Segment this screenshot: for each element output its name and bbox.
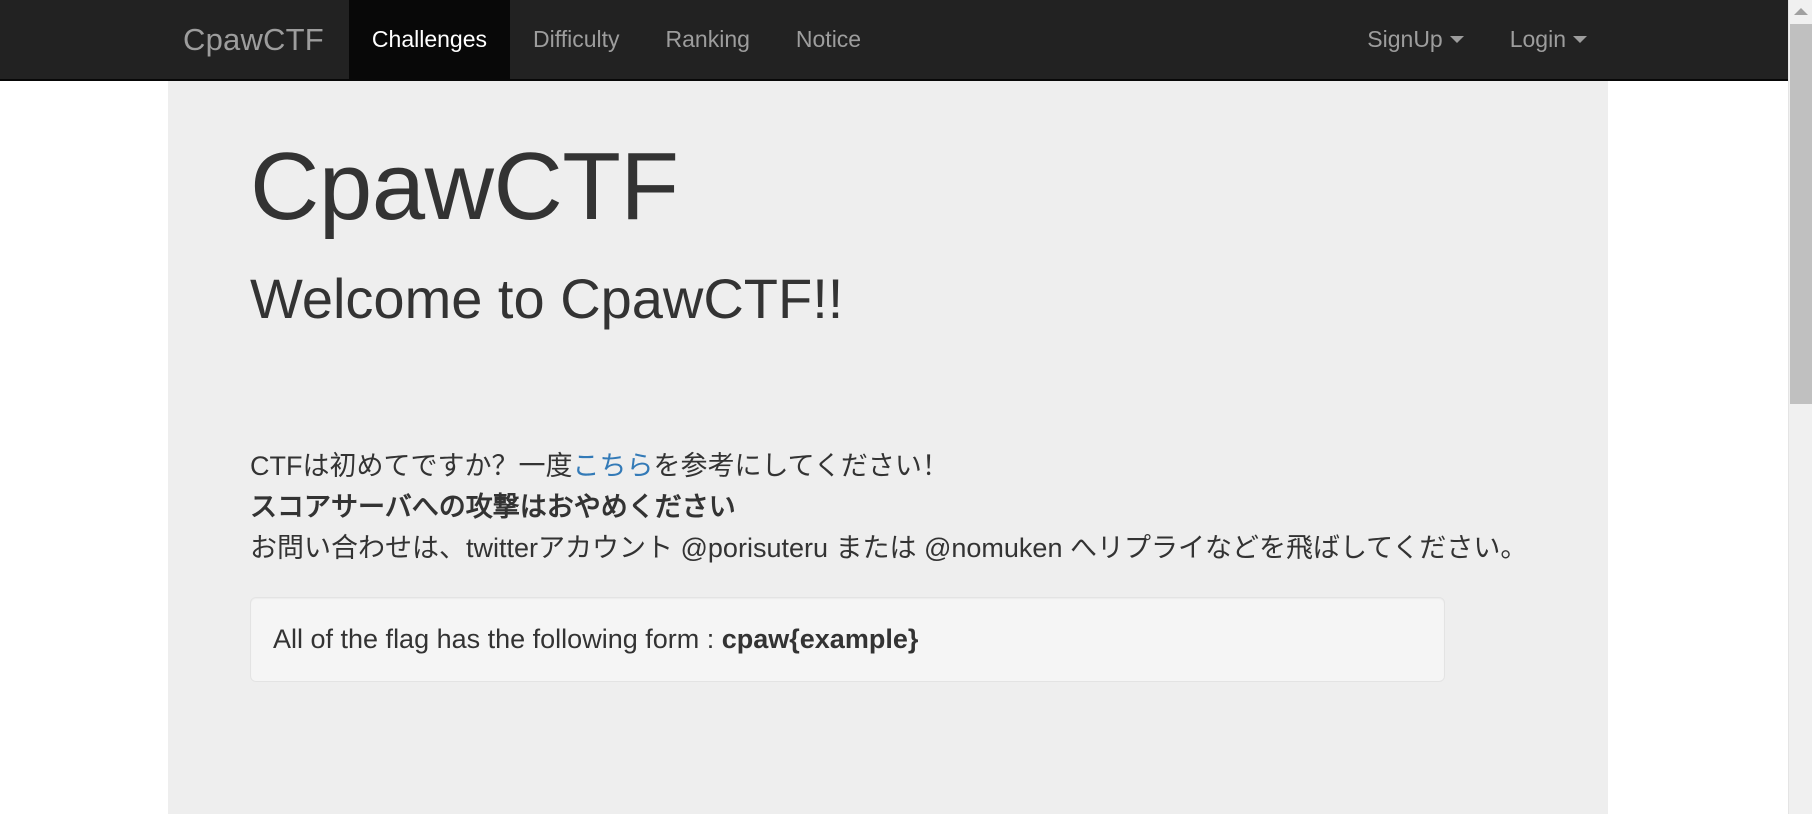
- main-navbar: CpawCTF Challenges Difficulty Ranking No…: [0, 0, 1788, 81]
- nav-item-difficulty[interactable]: Difficulty: [510, 0, 643, 79]
- chevron-down-icon: [1449, 36, 1464, 43]
- browser-page: CpawCTF Challenges Difficulty Ranking No…: [0, 0, 1812, 814]
- beginner-guide-link[interactable]: こちら: [572, 451, 653, 481]
- scrollbar-thumb[interactable]: [1790, 24, 1812, 404]
- contact-paragraph: お問い合わせは、twitterアカウント @porisuteru または @no…: [250, 533, 1528, 564]
- intro-text-block: CTFは初めてですか？一度こちらを参考にしてください！ スコアサーバへの攻撃はお…: [250, 446, 1528, 569]
- content-container: CpawCTF Welcome to CpawCTF!! CTFは初めてですか？…: [168, 81, 1608, 814]
- intro-text-before-link: CTFは初めてですか？一度: [250, 451, 573, 482]
- nav-item-challenges[interactable]: Challenges: [348, 0, 511, 79]
- navbar-brand[interactable]: CpawCTF: [168, 0, 349, 79]
- nav-item-signup[interactable]: SignUp: [1344, 0, 1486, 79]
- navbar-right-group: SignUp Login: [1344, 0, 1610, 79]
- vertical-scrollbar[interactable]: [1788, 0, 1812, 814]
- flag-format-example: cpaw{example}: [721, 624, 919, 655]
- nav-item-challenges-label: Challenges: [371, 26, 488, 52]
- chevron-up-icon: [1794, 8, 1808, 15]
- navbar-left-group: CpawCTF Challenges Difficulty Ranking No…: [168, 0, 884, 79]
- page-subtitle: Welcome to CpawCTF!!: [250, 266, 844, 330]
- jumbotron-panel: CpawCTF Welcome to CpawCTF!! CTFは初めてですか？…: [168, 81, 1608, 814]
- page-viewport: CpawCTF Challenges Difficulty Ranking No…: [0, 0, 1788, 814]
- nav-item-ranking-label: Ranking: [665, 26, 750, 52]
- nav-item-signup-label: SignUp: [1367, 26, 1443, 52]
- intro-paragraph: CTFは初めてですか？一度こちらを参考にしてください！: [250, 446, 1528, 487]
- flag-format-label: All of the flag has the following form :: [273, 624, 722, 655]
- nav-item-login[interactable]: Login: [1487, 0, 1610, 79]
- intro-text-after-link: を参考にしてください！: [653, 451, 949, 482]
- nav-item-difficulty-label: Difficulty: [533, 26, 620, 52]
- chevron-down-icon: [1573, 36, 1587, 43]
- attack-warning-text: スコアサーバへの攻撃はおやめください: [250, 492, 736, 523]
- flag-format-well: All of the flag has the following form :…: [250, 597, 1445, 682]
- nav-item-login-label: Login: [1509, 26, 1566, 52]
- nav-item-notice[interactable]: Notice: [773, 0, 884, 79]
- navbar-inner: CpawCTF Challenges Difficulty Ranking No…: [0, 0, 1788, 79]
- warning-paragraph: スコアサーバへの攻撃はおやめください: [250, 487, 1528, 528]
- scroll-up-button[interactable]: [1789, 0, 1812, 22]
- page-title: CpawCTF: [250, 133, 679, 240]
- nav-item-notice-label: Notice: [795, 26, 862, 52]
- nav-item-ranking[interactable]: Ranking: [643, 0, 773, 79]
